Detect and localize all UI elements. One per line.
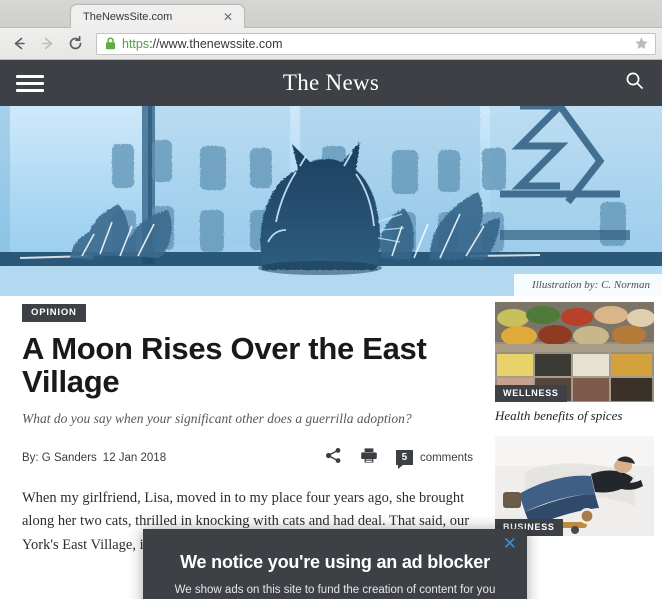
comment-count-badge: 5 — [395, 450, 413, 470]
comments-label: comments — [419, 451, 473, 464]
sidebar-category-badge[interactable]: WELLNESS — [495, 385, 567, 402]
print-icon — [360, 447, 378, 469]
share-button[interactable] — [325, 447, 342, 469]
print-button[interactable] — [360, 447, 378, 469]
hamburger-bar — [16, 81, 44, 85]
browser-toolbar: https://www.thenewssite.com — [0, 28, 662, 60]
forward-arrow-icon — [39, 35, 56, 52]
modal-heading: We notice you're using an ad blocker — [180, 552, 490, 572]
address-bar[interactable]: https://www.thenewssite.com — [96, 32, 656, 55]
modal-close-icon[interactable]: ✕ — [503, 535, 517, 552]
article-column: OPINION A Moon Rises Over the East Villa… — [0, 302, 495, 557]
site-header: The News — [0, 60, 662, 106]
back-arrow-icon — [11, 35, 28, 52]
byline-author: By: G Sanders — [22, 451, 97, 464]
page-content: OPINION A Moon Rises Over the East Villa… — [0, 296, 662, 557]
article-actions: 5 comments — [325, 447, 473, 470]
adblock-modal: ✕ We notice you're using an ad blocker W… — [143, 529, 527, 599]
sidebar-card-title[interactable]: Health benefits of spices — [495, 408, 654, 424]
lock-icon — [105, 37, 116, 50]
search-icon — [625, 71, 644, 95]
reload-button[interactable] — [62, 31, 88, 57]
share-icon — [325, 447, 342, 469]
sidebar-card-business[interactable]: BUSINESS — [495, 436, 654, 537]
page-title: A Moon Rises Over the East Village — [22, 331, 427, 400]
search-button[interactable] — [622, 71, 646, 95]
article-category-badge[interactable]: OPINION — [22, 304, 86, 322]
bookmark-star-icon[interactable] — [631, 34, 651, 54]
back-button[interactable] — [6, 31, 32, 57]
sidebar-thumbnail[interactable]: BUSINESS — [495, 436, 654, 537]
modal-message: We show ads on this site to fund the cre… — [174, 584, 496, 596]
article-byline-row: By: G Sanders 12 Jan 2018 5 comments — [22, 447, 473, 470]
browser-tab[interactable]: TheNewsSite.com ✕ — [70, 4, 245, 28]
site-title: The News — [282, 70, 380, 95]
sidebar-column: WELLNESS Health benefits of spices BUSIN… — [495, 302, 662, 557]
reload-icon — [67, 35, 84, 52]
article-byline: By: G Sanders 12 Jan 2018 — [22, 452, 325, 464]
hamburger-menu-icon[interactable] — [16, 71, 44, 96]
article-subhead: What do you say when your significant ot… — [22, 410, 412, 426]
byline-date: 12 Jan 2018 — [102, 451, 167, 464]
address-bar-url: https://www.thenewssite.com — [122, 37, 625, 51]
hero-illustration: Illustration by: C. Norman — [0, 106, 662, 296]
url-separator: :// — [149, 36, 160, 51]
hamburger-bar — [16, 74, 44, 78]
browser-tab-title: TheNewsSite.com — [83, 10, 173, 23]
forward-button[interactable] — [34, 31, 60, 57]
hero-caption: Illustration by: C. Norman — [514, 274, 662, 296]
sidebar-card-wellness[interactable]: WELLNESS Health benefits of spices — [495, 302, 654, 424]
hamburger-bar — [16, 88, 44, 92]
url-host: www.thenewssite.com — [159, 36, 283, 51]
page-viewport: The News Illustration by: C. Norman OPIN… — [0, 60, 662, 599]
browser-tab-strip: TheNewsSite.com ✕ — [0, 0, 662, 28]
hero-artwork — [0, 106, 662, 296]
browser-chrome: TheNewsSite.com ✕ https://www.thenewssit… — [0, 0, 662, 60]
tab-close-icon[interactable]: ✕ — [220, 10, 236, 24]
sidebar-thumbnail[interactable]: WELLNESS — [495, 302, 654, 402]
comments-button[interactable]: 5 comments — [395, 450, 473, 470]
url-scheme: https — [122, 36, 150, 51]
